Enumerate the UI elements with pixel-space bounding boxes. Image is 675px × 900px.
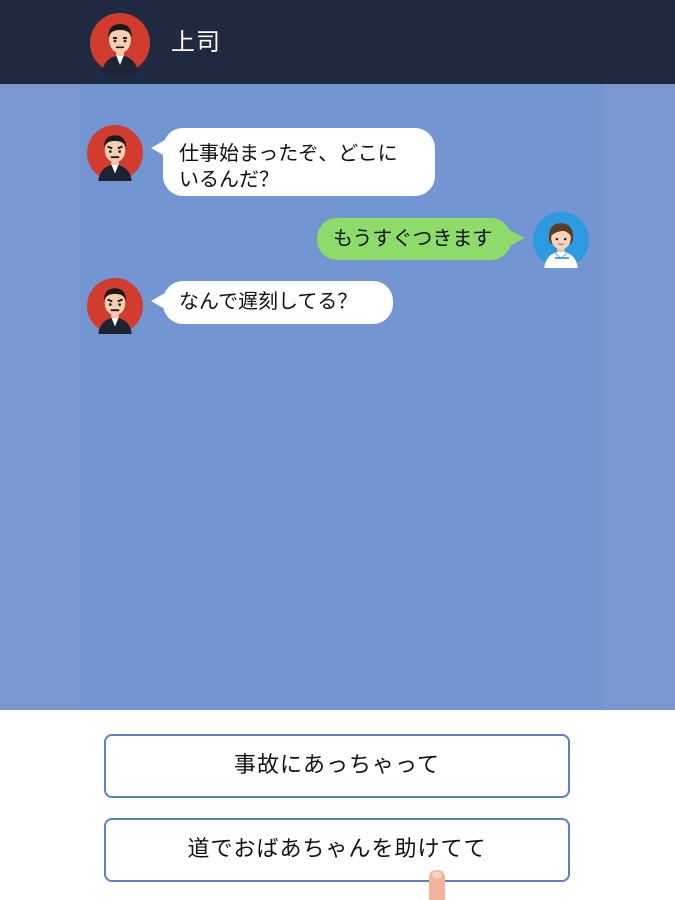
message-text-line: 仕事始まったぞ、どこに — [179, 141, 398, 165]
chat-header: 上司 — [0, 0, 675, 84]
reply-option-helping-grandma-button[interactable]: 道でおばあちゃんを助けてて — [104, 818, 570, 882]
typing-indicator — [555, 257, 569, 259]
reply-options-panel: 事故にあっちゃって 道でおばあちゃんを助けてて — [0, 710, 675, 900]
message-text: なんで遅刻してる？ — [179, 289, 358, 313]
boss-avatar-icon[interactable] — [90, 13, 150, 73]
boss-avatar-icon — [87, 125, 143, 181]
boss-avatar-icon — [87, 278, 143, 334]
reply-option-accident-button[interactable]: 事故にあっちゃって — [104, 734, 570, 798]
message-text: もうすぐつきます — [333, 226, 493, 250]
chat-partner-name: 上司 — [171, 28, 221, 56]
incoming-message-bubble: 仕事始まったぞ、どこに いるんだ？ — [163, 128, 435, 196]
incoming-message-bubble: なんで遅刻してる？ — [163, 281, 393, 324]
message-text-line: いるんだ？ — [179, 167, 279, 191]
chat-app: 上司 仕事始まったぞ、どこに いるんだ？ もうすぐつきます なんで遅刻してる？ … — [0, 0, 675, 900]
user-avatar-icon — [533, 212, 589, 268]
tap-finger-icon — [429, 870, 445, 900]
bubble-tail — [510, 230, 524, 246]
outgoing-message-bubble: もうすぐつきます — [317, 218, 511, 260]
